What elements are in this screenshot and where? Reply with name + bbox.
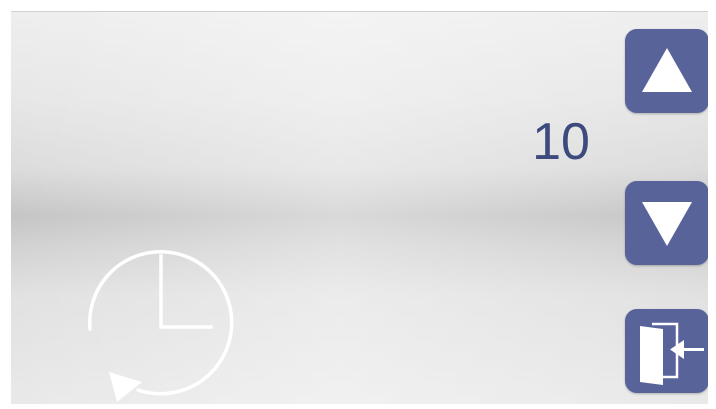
door-exit-icon [640,322,704,385]
control-screen: 10 [11,11,708,404]
decrease-button[interactable] [625,181,708,265]
exit-button[interactable] [625,309,708,393]
increase-button[interactable] [625,29,708,113]
timer-icon [81,244,241,404]
value-display: 10 [532,113,590,171]
triangle-up-icon [642,48,692,92]
triangle-down-icon [642,202,692,246]
